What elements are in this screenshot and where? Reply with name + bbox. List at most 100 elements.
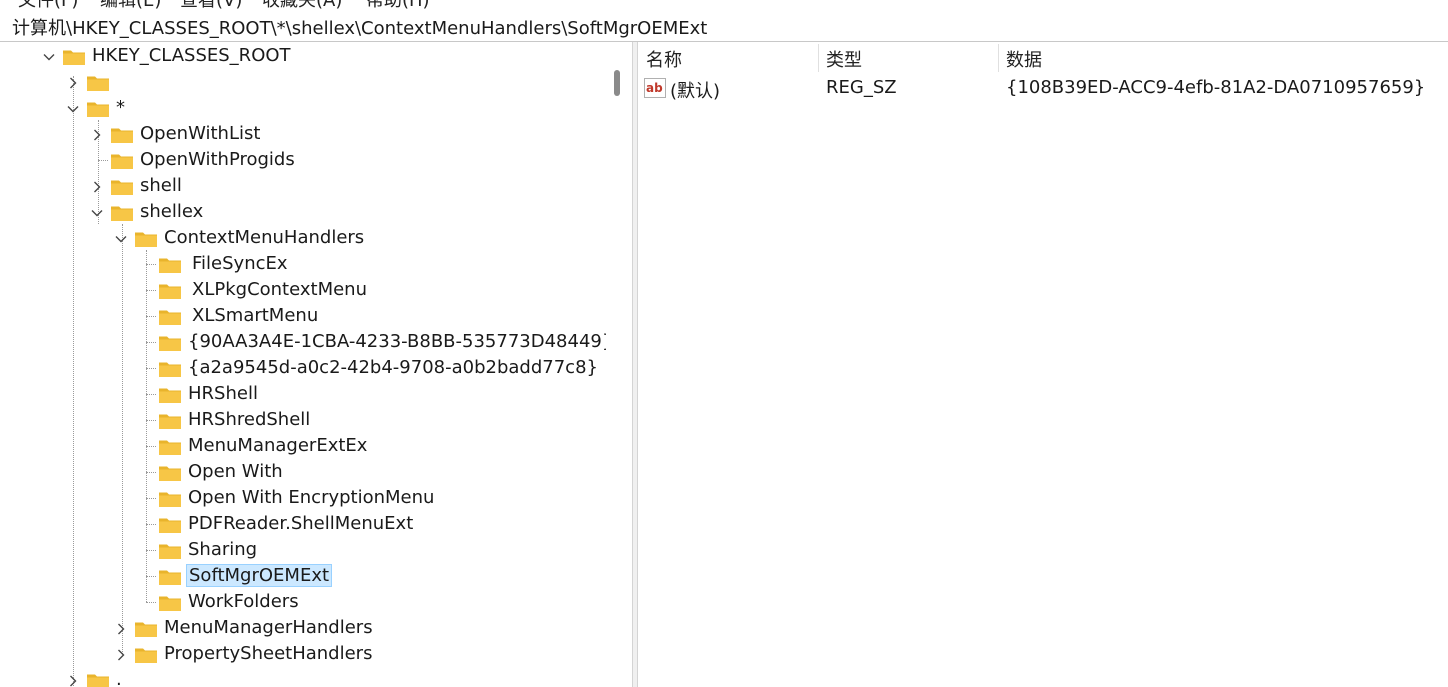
address-bar[interactable]: 计算机\HKEY_CLASSES_ROOT\*\shellex\ContextM… [0,10,1448,42]
tree-node-filesyncex[interactable]: FileSyncEx [0,252,600,278]
folder-icon [110,204,134,222]
tree-node-shell[interactable]: shell [0,174,600,200]
folder-icon [158,412,182,430]
tree-node-label: shell [140,175,182,196]
tree-node-label: PropertySheetHandlers [164,643,373,664]
tree-node-guid-a2a9[interactable]: {a2a9545d-a0c2-42b4-9708-a0b2badd77c8} [0,356,600,382]
tree-node-pdfreader[interactable]: PDFReader.ShellMenuExt [0,512,600,538]
tree-node-label: FileSyncEx [192,253,288,274]
tree-node-openwith[interactable]: Open With [0,460,600,486]
address-path[interactable]: 计算机\HKEY_CLASSES_ROOT\*\shellex\ContextM… [12,14,707,40]
tree-node-label: shellex [140,201,204,222]
tree-node-openwithlist[interactable]: OpenWithList [0,122,600,148]
value-name: (默认) [670,81,721,102]
folder-icon [86,74,110,92]
folder-icon [110,152,134,170]
value-type: REG_SZ [826,77,897,98]
chevron-right-icon[interactable] [90,180,104,194]
tree-node-sharing[interactable]: Sharing [0,538,600,564]
tree-node-label: OpenWithList [140,123,261,144]
chevron-down-icon[interactable] [66,102,80,116]
tree-node-label: Open With EncryptionMenu [188,487,435,508]
tree-node-unnamed[interactable] [0,70,600,96]
tree-node-label: XLSmartMenu [192,305,319,326]
tree-node-propertysheethandlers[interactable]: PropertySheetHandlers [0,642,600,668]
folder-icon [158,516,182,534]
chevron-right-icon[interactable] [114,648,128,662]
tree-scrollbar[interactable] [606,42,632,687]
tree-node-label: WorkFolders [188,591,299,612]
folder-icon [110,178,134,196]
menu-bar: 文件(F) 编辑(E) 查看(V) 收藏夹(A) 帮助(H) [0,0,1448,11]
column-type[interactable]: 类型 [826,46,862,72]
tree-node-guid-90aa[interactable]: {90AA3A4E-1CBA-4233-B8BB-535773D48449} [0,330,613,356]
folder-icon [86,100,110,118]
tree-node-dot[interactable]: . [0,668,600,687]
tree-node-label: XLPkgContextMenu [192,279,367,300]
folder-icon [86,672,110,687]
tree-node-label: * [116,97,125,118]
tree-node-softmgroemext[interactable]: SoftMgrOEMExt [0,564,600,590]
tree-node-hkcr[interactable]: HKEY_CLASSES_ROOT [0,44,600,70]
tree-node-label: SoftMgrOEMExt [186,564,333,587]
folder-icon [158,282,182,300]
tree-node-hrshredshell[interactable]: HRShredShell [0,408,600,434]
tree-node-openwith-encryption[interactable]: Open With EncryptionMenu [0,486,600,512]
value-list[interactable]: 名称 类型 数据 ab (默认) REG_SZ {108B39ED-ACC9-4… [638,42,1448,687]
tree-node-label: {a2a9545d-a0c2-42b4-9708-a0b2badd77c8} [188,357,598,378]
tree-node-label: ContextMenuHandlers [164,227,365,248]
string-value-icon: ab [644,78,666,98]
folder-icon [110,126,134,144]
list-header: 名称 类型 数据 [638,42,1448,72]
tree-node-shellex[interactable]: shellex [0,200,600,226]
folder-icon [158,568,182,586]
tree-node-label: Sharing [188,539,258,560]
tree-node-contextmenuhandlers[interactable]: ContextMenuHandlers [0,226,600,252]
tree-node-label: HRShredShell [188,409,311,430]
value-data: {108B39ED-ACC9-4efb-81A2-DA0710957659} [1006,77,1426,98]
tree-scrollbar-thumb[interactable] [614,70,620,96]
folder-icon [158,594,182,612]
folder-icon [134,620,158,638]
tree-node-xlpkgcontextmenu[interactable]: XLPkgContextMenu [0,278,600,304]
folder-icon [134,646,158,664]
tree-node-xlsmartmenu[interactable]: XLSmartMenu [0,304,600,330]
folder-icon [158,360,182,378]
tree-node-label: OpenWithProgids [140,149,295,170]
chevron-down-icon[interactable] [114,232,128,246]
column-data[interactable]: 数据 [1006,46,1042,72]
tree-node-label: Open With [188,461,283,482]
folder-icon [158,386,182,404]
tree-node-label: HRShell [188,383,258,404]
chevron-right-icon[interactable] [114,622,128,636]
folder-icon [158,490,182,508]
tree-node-workfolders[interactable]: WorkFolders [0,590,600,616]
value-row-default[interactable]: ab (默认) REG_SZ {108B39ED-ACC9-4efb-81A2-… [638,74,1448,102]
chevron-right-icon[interactable] [90,128,104,142]
folder-icon [158,464,182,482]
tree-node-label: MenuManagerExtEx [188,435,368,456]
folder-icon [158,256,182,274]
folder-icon [158,308,182,326]
folder-icon [134,230,158,248]
folder-icon [158,542,182,560]
tree-node-label: HKEY_CLASSES_ROOT [92,45,291,66]
folder-icon [62,48,86,66]
svg-text:ab: ab [646,81,663,95]
tree-node-menumanagerhandlers[interactable]: MenuManagerHandlers [0,616,600,642]
chevron-right-icon[interactable] [66,674,80,687]
chevron-down-icon[interactable] [90,206,104,220]
chevron-down-icon[interactable] [42,50,56,64]
tree-node-label: . [116,669,122,687]
tree-node-label: PDFReader.ShellMenuExt [188,513,414,534]
chevron-right-icon[interactable] [66,76,80,90]
folder-icon [158,334,182,352]
tree-node-star[interactable]: * [0,96,600,122]
tree-node-label: MenuManagerHandlers [164,617,373,638]
column-name[interactable]: 名称 [646,46,682,72]
folder-icon [158,438,182,456]
tree-node-label: {90AA3A4E-1CBA-4233-B8BB-535773D48449} [188,331,614,352]
tree-node-openwithprogids[interactable]: OpenWithProgids [0,148,600,174]
tree-node-hrshell[interactable]: HRShell [0,382,600,408]
tree-node-menumanagerextex[interactable]: MenuManagerExtEx [0,434,600,460]
